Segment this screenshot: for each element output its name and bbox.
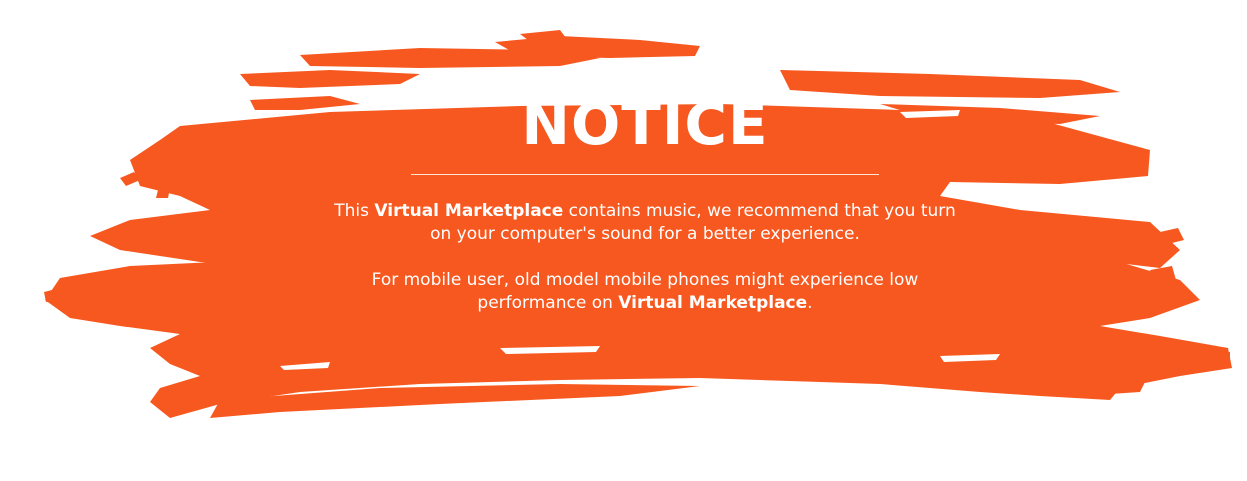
- title-divider: [411, 174, 879, 175]
- sound-notice-brand: Virtual Marketplace: [374, 201, 564, 221]
- notice-popup: NOTICE This Virtual Marketplace contains…: [0, 0, 1247, 481]
- mobile-notice-brand: Virtual Marketplace: [618, 293, 808, 313]
- notice-content: NOTICE This Virtual Marketplace contains…: [330, 86, 960, 315]
- mobile-notice-text: For mobile user, old model mobile phones…: [330, 269, 960, 315]
- sound-notice-text: This Virtual Marketplace contains music,…: [330, 200, 960, 246]
- mobile-notice-post: .: [807, 293, 813, 313]
- sound-notice-pre: This: [334, 201, 375, 221]
- notice-title: NOTICE: [521, 90, 769, 158]
